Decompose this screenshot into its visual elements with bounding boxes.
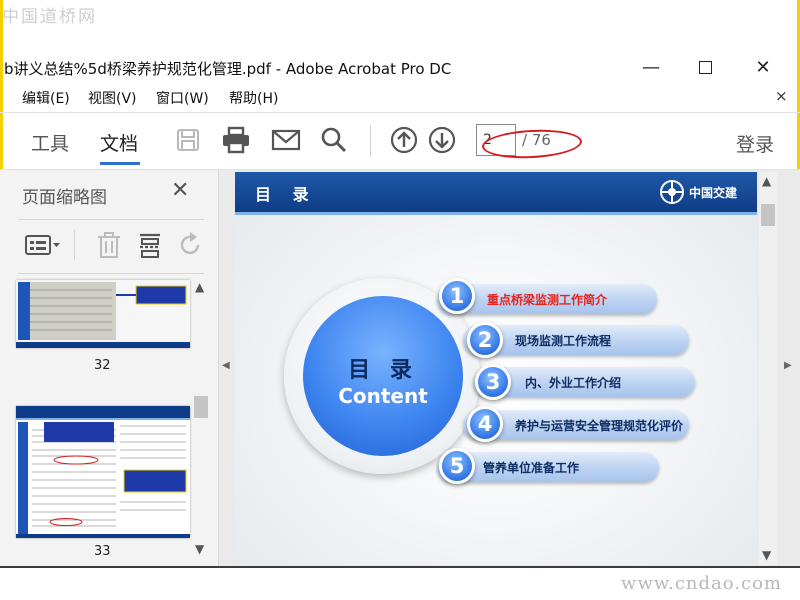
minimize-icon: — (642, 56, 660, 78)
thumbnail-label: 32 (94, 358, 111, 373)
extract-page-icon (140, 233, 160, 258)
scroll-down-icon[interactable]: ▼ (762, 548, 771, 562)
slide-header: 目 录 中国交建 (235, 172, 757, 212)
thumbnail-page-33[interactable] (16, 406, 190, 538)
print-icon (223, 126, 249, 154)
scrollbar-thumb[interactable] (761, 204, 775, 226)
slide-page: 目 录 中国交建 目 录 Content 重点桥梁监测工作简介 1 现场监测工作… (235, 172, 757, 565)
menu-edit[interactable]: 编辑(E) (22, 88, 70, 108)
thumbnail-page-32[interactable] (16, 280, 190, 348)
divider (74, 230, 75, 260)
title-bar: b讲义总结%5d桥梁养护规范化管理.pdf - Adobe Acrobat Pr… (0, 52, 800, 82)
window-title: b讲义总结%5d桥梁养护规范化管理.pdf - Adobe Acrobat Pr… (4, 60, 452, 78)
agenda-number-3: 3 (475, 364, 511, 400)
agenda-number-1: 1 (439, 278, 475, 314)
login-button[interactable]: 登录 (736, 130, 774, 157)
agenda-item-text: 重点桥梁监测工作简介 (487, 293, 608, 307)
menu-bar: 编辑(E) 视图(V) 窗口(W) 帮助(H) × (0, 86, 800, 110)
trash-icon (98, 232, 120, 258)
close-window-button[interactable]: ✕ (748, 54, 778, 80)
ccccc-logo-icon (660, 180, 684, 204)
maximize-icon (698, 60, 712, 74)
toolbar-separator (370, 125, 371, 157)
menu-view[interactable]: 视图(V) (88, 88, 137, 108)
circle-subtitle: Content (338, 384, 428, 408)
watermark-bottom: www.cndao.com (621, 573, 782, 594)
agenda-item-text: 现场监测工作流程 (515, 334, 612, 348)
delete-page-button[interactable] (96, 230, 122, 260)
search-button[interactable] (318, 125, 350, 155)
close-document-icon[interactable]: × (775, 87, 788, 105)
thumbnails-scrollbar[interactable]: ▲ ▼ (192, 280, 210, 564)
page-32-preview (16, 280, 190, 348)
scrollbar-thumb[interactable] (194, 396, 208, 418)
header-stripe (235, 212, 757, 215)
circle-title: 目 录 (348, 358, 418, 383)
document-scrollbar[interactable]: ▲ ▼ (759, 172, 777, 565)
logo-text: 中国交建 (689, 185, 738, 200)
extract-page-button[interactable] (138, 230, 162, 260)
collapse-right-panel-icon[interactable]: ▶ (784, 360, 792, 371)
email-icon (271, 129, 301, 151)
maximize-button[interactable] (690, 54, 720, 80)
thumbnail-options-button[interactable] (24, 230, 62, 260)
active-tab-indicator (100, 162, 140, 165)
collapse-left-panel-icon[interactable]: ◀ (222, 360, 230, 371)
next-page-button[interactable] (426, 125, 458, 155)
close-panel-icon[interactable]: ✕ (171, 178, 189, 203)
divider (18, 273, 204, 274)
agenda-number-5: 5 (439, 448, 475, 484)
options-menu-icon (25, 235, 60, 255)
previous-page-button[interactable] (388, 125, 420, 155)
email-button[interactable] (270, 125, 302, 155)
scroll-up-icon[interactable]: ▲ (195, 280, 204, 294)
arrow-up-icon (390, 126, 418, 154)
page-thumbnails-panel: 页面缩略图 ✕ 32 33 ▲ ▼ (0, 170, 219, 566)
scroll-down-icon[interactable]: ▼ (195, 542, 204, 556)
menu-window[interactable]: 窗口(W) (156, 88, 209, 108)
save-icon (177, 129, 199, 151)
company-logo: 中国交建 (659, 178, 749, 206)
minimize-button[interactable]: — (636, 54, 666, 80)
print-button[interactable] (220, 125, 252, 155)
save-button[interactable] (172, 125, 204, 155)
arrow-down-icon (428, 126, 456, 154)
agenda-item-text: 养护与运营安全管理规范化评价 (515, 419, 684, 433)
divider (18, 219, 204, 220)
slide-header-title: 目 录 (255, 185, 317, 204)
agenda-number-4: 4 (467, 406, 503, 442)
toolbar: 工具 文档 (0, 112, 800, 170)
tab-tools[interactable]: 工具 (31, 129, 69, 156)
watermark-top: 中国道桥网 (2, 7, 97, 27)
rotate-page-button[interactable] (178, 230, 204, 260)
thumbnail-label: 33 (94, 544, 111, 559)
close-icon: ✕ (755, 56, 771, 78)
rotate-icon (180, 232, 200, 255)
panel-title: 页面缩略图 (22, 188, 107, 208)
scroll-up-icon[interactable]: ▲ (762, 174, 771, 188)
menu-help[interactable]: 帮助(H) (229, 88, 278, 108)
agenda-item-text: 管养单位准备工作 (483, 461, 580, 475)
document-view: ◀ 目 录 中国交建 目 录 Content 重点桥梁监测工作简介 1 现场监测… (219, 170, 800, 566)
agenda-item-text: 内、外业工作介绍 (525, 376, 622, 390)
tab-document[interactable]: 文档 (100, 129, 138, 156)
search-icon (321, 127, 347, 153)
agenda-number-2: 2 (467, 322, 503, 358)
page-33-preview (16, 406, 190, 538)
